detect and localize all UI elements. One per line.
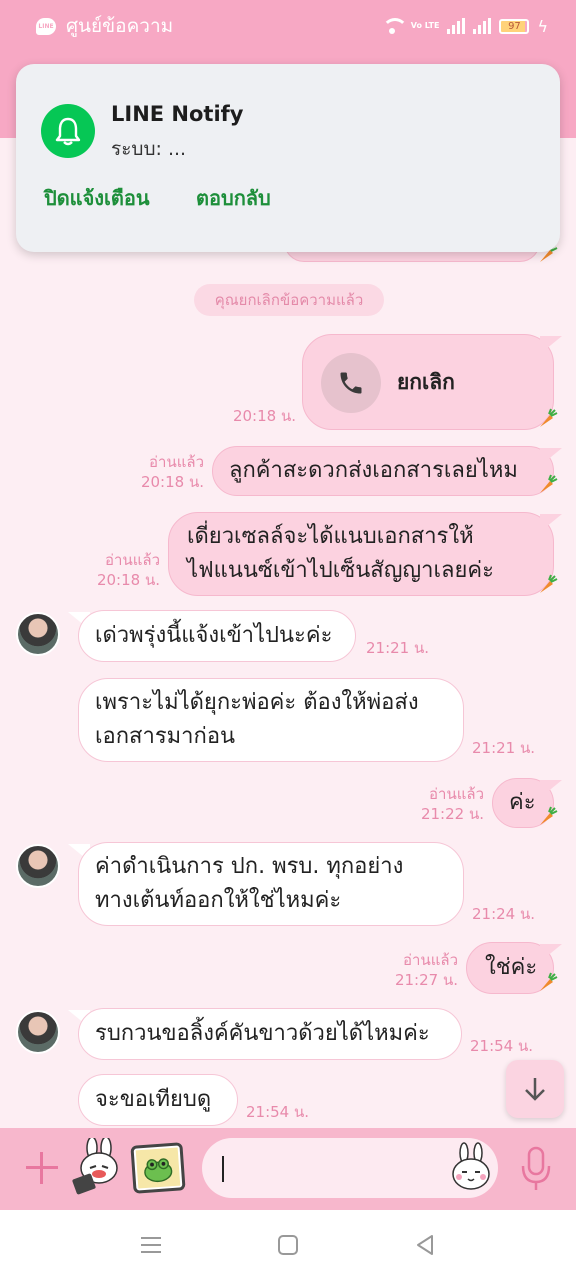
message-text-line1: เดี่ยวเซลล์จะได้แนบเอกสารให้ [187, 524, 474, 549]
message-time: 21:24 น. [472, 905, 536, 923]
read-receipt: อ่านแล้ว [403, 951, 458, 969]
read-receipt: อ่านแล้ว [149, 453, 204, 471]
message-bubble-received[interactable]: เด่วพรุ่งนี้แจ้งเข้าไปนะค่ะ [78, 610, 356, 662]
message-text: ค่ะ [509, 790, 536, 815]
message-meta: อ่านแล้ว 20:18 น. [66, 550, 160, 590]
line-app-badge: LINE [38, 22, 54, 30]
message-bubble-sent[interactable]: เดี่ยวเซลล์จะได้แนบเอกสารให้ ไฟแนนซ์เข้า… [168, 512, 554, 596]
phone-icon [340, 372, 362, 394]
message-bubble-sent[interactable]: ลูกค้าสะดวกส่งเอกสารเลยไหม [212, 446, 554, 496]
reply-button[interactable]: ตอบกลับ [196, 182, 271, 214]
mute-notification-button[interactable]: ปิดแจ้งเตือน [44, 182, 150, 214]
plus-icon[interactable] [22, 1148, 62, 1188]
bell-icon [55, 117, 81, 146]
notification-title: LINE Notify [111, 102, 244, 126]
message-text-line2: ทางเต้นท์ออกให้ใช่ไหมค่ะ [95, 888, 342, 913]
message-bubble-received[interactable]: รบกวนขอลิ้งค์คันขาวด้วยได้ไหมค่ะ [78, 1008, 462, 1060]
carrot-icon [540, 806, 558, 825]
scroll-to-bottom-button[interactable] [506, 1060, 564, 1118]
arrow-down-icon [525, 1078, 545, 1101]
message-text: จะขอเทียบดู [95, 1087, 212, 1112]
battery-level: 97 [508, 20, 521, 32]
contact-avatar[interactable] [16, 844, 60, 888]
message-text-line1: เพราะไม่ได้ยุกะพ่อค่ะ ต้องให้พ่อส่ง [95, 690, 419, 715]
call-time: 20:18 น. [232, 407, 296, 425]
call-icon-circle [321, 353, 381, 413]
status-app-label: ศูนย์ข้อความ [66, 15, 174, 37]
system-navigation-bar [0, 1210, 576, 1280]
volte-label: Vo LTE [410, 21, 440, 30]
message-text-line2: เอกสารมาก่อน [95, 724, 236, 749]
message-text: เด่วพรุ่งนี้แจ้งเข้าไปนะค่ะ [95, 623, 333, 648]
carrot-icon [540, 474, 558, 493]
battery-icon: 97 [499, 18, 530, 34]
status-bar: LINE ศูนย์ข้อความ Vo LTE 97 ϟ [0, 0, 576, 52]
read-receipt: อ่านแล้ว [429, 785, 484, 803]
charging-icon: ϟ [537, 16, 548, 36]
emoji-sticker-icon[interactable] [448, 1142, 494, 1192]
message-meta: อ่านแล้ว 21:22 น. [390, 784, 484, 824]
message-text: รบกวนขอลิ้งค์คันขาวด้วยได้ไหมค่ะ [95, 1021, 430, 1046]
message-time: 21:21 น. [472, 739, 536, 757]
message-time: 20:18 น. [96, 571, 160, 589]
message-text: ลูกค้าสะดวกส่งเอกสารเลยไหม [229, 458, 518, 483]
notification-body: ระบบ: ... [111, 138, 187, 160]
carrot-icon [540, 972, 558, 991]
notify-app-icon [41, 104, 95, 158]
message-time: 21:27 น. [394, 971, 458, 989]
home-icon[interactable] [273, 1230, 303, 1260]
sticker-bunny-icon[interactable] [70, 1138, 124, 1196]
carrot-icon [540, 408, 558, 427]
microphone-icon[interactable] [516, 1144, 556, 1194]
message-text: ใช่ค่ะ [485, 955, 538, 980]
message-bubble-received[interactable]: เพราะไม่ได้ยุกะพ่อค่ะ ต้องให้พ่อส่ง เอกส… [78, 678, 464, 762]
message-bubble-received[interactable]: ค่าดำเนินการ ปก. พรบ. ทุกอย่าง ทางเต้นท์… [78, 842, 464, 926]
message-time: 20:18 น. [140, 473, 204, 491]
contact-avatar[interactable] [16, 1010, 60, 1054]
message-text-line1: ค่าดำเนินการ ปก. พรบ. ทุกอย่าง [95, 854, 404, 879]
call-bubble[interactable]: ยกเลิก [302, 334, 554, 430]
line-notify-notification[interactable]: LINE Notify ระบบ: ... ปิดแจ้งเตือน ตอบกล… [16, 64, 560, 252]
signal-icon-2 [473, 18, 492, 34]
read-receipt: อ่านแล้ว [105, 551, 160, 569]
message-bubble-received[interactable]: จะขอเทียบดู [78, 1074, 238, 1126]
contact-avatar[interactable] [16, 612, 60, 656]
back-icon[interactable] [410, 1230, 440, 1260]
line-app-icon: LINE [36, 17, 56, 35]
message-meta: อ่านแล้ว 21:27 น. [364, 950, 458, 990]
signal-icon [447, 18, 466, 34]
text-cursor [222, 1156, 224, 1182]
call-label: ยกเลิก [397, 370, 455, 394]
message-input-bar [0, 1128, 576, 1210]
system-notice: คุณยกเลิกข้อความแล้ว [194, 284, 384, 316]
message-time: 21:54 น. [246, 1103, 310, 1121]
menu-icon[interactable] [136, 1230, 166, 1260]
message-time: 21:21 น. [366, 639, 430, 657]
message-time: 21:22 น. [420, 805, 484, 823]
message-time: 21:54 น. [470, 1037, 534, 1055]
wifi-icon [381, 18, 408, 34]
carrot-icon [540, 574, 558, 593]
message-text-line2: ไฟแนนซ์เข้าไปเซ็นสัญญาเลยค่ะ [187, 558, 494, 583]
sticker-frog-icon[interactable] [130, 1142, 186, 1194]
message-meta: อ่านแล้ว 20:18 น. [110, 452, 204, 492]
